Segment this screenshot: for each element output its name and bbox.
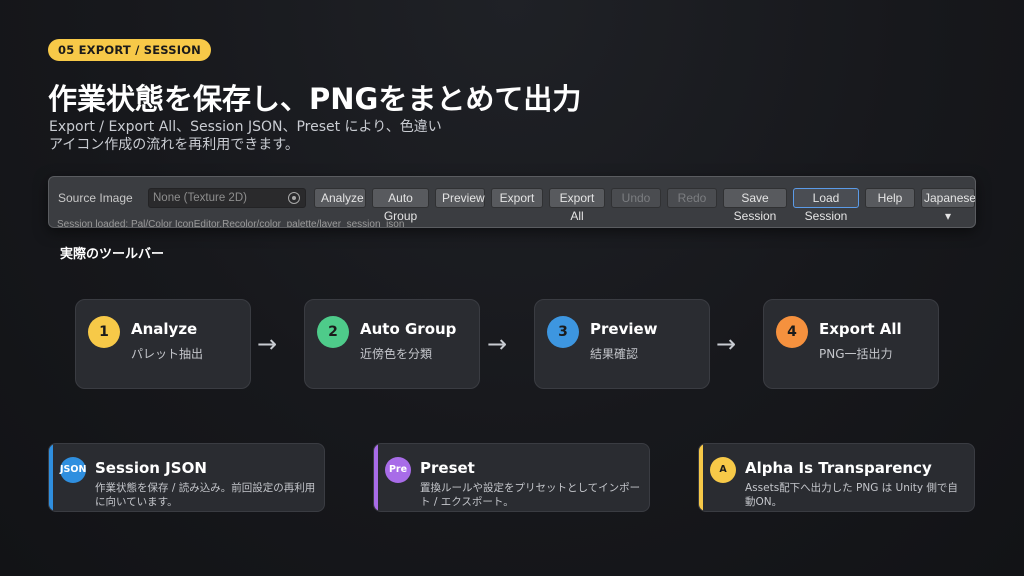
toolbar-caption: 実際のツールバー [60,247,165,262]
export-all-button[interactable]: Export All [549,188,605,223]
language-dropdown[interactable]: Japanese ▾ [921,188,975,223]
page-subtitle: Export / Export All、Session JSON、Preset … [49,118,529,154]
export-button[interactable]: Export [491,188,543,208]
load-session-button[interactable]: Load Session [793,188,859,223]
save-session-button[interactable]: Save Session [723,188,787,223]
card-alpha-transparency: A Alpha Is Transparency Assets配下へ出力した PN… [698,443,975,512]
step-preview: 3 Preview 結果確認 [534,299,710,389]
object-picker-icon[interactable] [288,192,300,204]
preview-button[interactable]: Preview [435,188,485,208]
step-number-badge: 2 [317,316,349,348]
step-number-badge: 3 [547,316,579,348]
arrow-right-icon: → [487,330,508,358]
card-accent-bar [49,444,53,511]
card-description: 置換ルールや設定をプリセットとしてインポート / エクスポート。 [420,482,641,508]
arrow-right-icon: → [257,330,278,358]
step-name: Analyze [131,320,198,338]
card-accent-bar [699,444,703,511]
page-title: 作業状態を保存し、PNGをまとめて出力 [48,82,582,116]
toolbar-row: Source Image None (Texture 2D) Analyze A… [49,187,975,223]
toolbar-screenshot: Source Image None (Texture 2D) Analyze A… [48,176,976,228]
toolbar-status-text: Session loaded: Pal/Color IconEditor.Rec… [57,219,405,228]
step-name: Preview [590,320,658,338]
source-image-field[interactable]: None (Texture 2D) [148,188,306,208]
card-description: 作業状態を保存 / 読み込み。前回設定の再利用に向いています。 [95,482,316,508]
step-description: パレット抽出 [131,347,204,361]
section-badge: 05 EXPORT / SESSION [48,39,211,61]
step-name: Export All [819,320,902,338]
analyze-button[interactable]: Analyze [314,188,366,208]
card-accent-bar [374,444,378,511]
preset-icon: Pre [385,457,411,483]
step-description: 結果確認 [590,347,639,361]
step-name: Auto Group [360,320,457,338]
card-title: Alpha Is Transparency [745,459,932,477]
json-icon: JSON [60,457,86,483]
step-auto-group: 2 Auto Group 近傍色を分類 [304,299,480,389]
step-number-badge: 1 [88,316,120,348]
alpha-icon: A [710,457,736,483]
step-analyze: 1 Analyze パレット抽出 [75,299,251,389]
card-session-json: JSON Session JSON 作業状態を保存 / 読み込み。前回設定の再利… [48,443,325,512]
undo-button[interactable]: Undo [611,188,661,208]
source-image-label: Source Image [58,191,133,205]
auto-group-button[interactable]: Auto Group [372,188,429,223]
card-title: Session JSON [95,459,207,477]
redo-button[interactable]: Redo [667,188,717,208]
card-description: Assets配下へ出力した PNG は Unity 側で自動ON。 [745,482,958,508]
subtitle-line-1: Export / Export All、Session JSON、Preset … [49,119,442,135]
subtitle-line-2: アイコン作成の流れを再利用できます。 [49,137,299,153]
step-description: PNG一括出力 [819,347,893,361]
step-export-all: 4 Export All PNG一括出力 [763,299,939,389]
source-image-value: None (Texture 2D) [153,192,247,204]
card-preset: Pre Preset 置換ルールや設定をプリセットとしてインポート / エクスポ… [373,443,650,512]
step-description: 近傍色を分類 [360,347,433,361]
arrow-right-icon: → [716,330,737,358]
step-number-badge: 4 [776,316,808,348]
help-button[interactable]: Help [865,188,915,208]
card-title: Preset [420,459,475,477]
